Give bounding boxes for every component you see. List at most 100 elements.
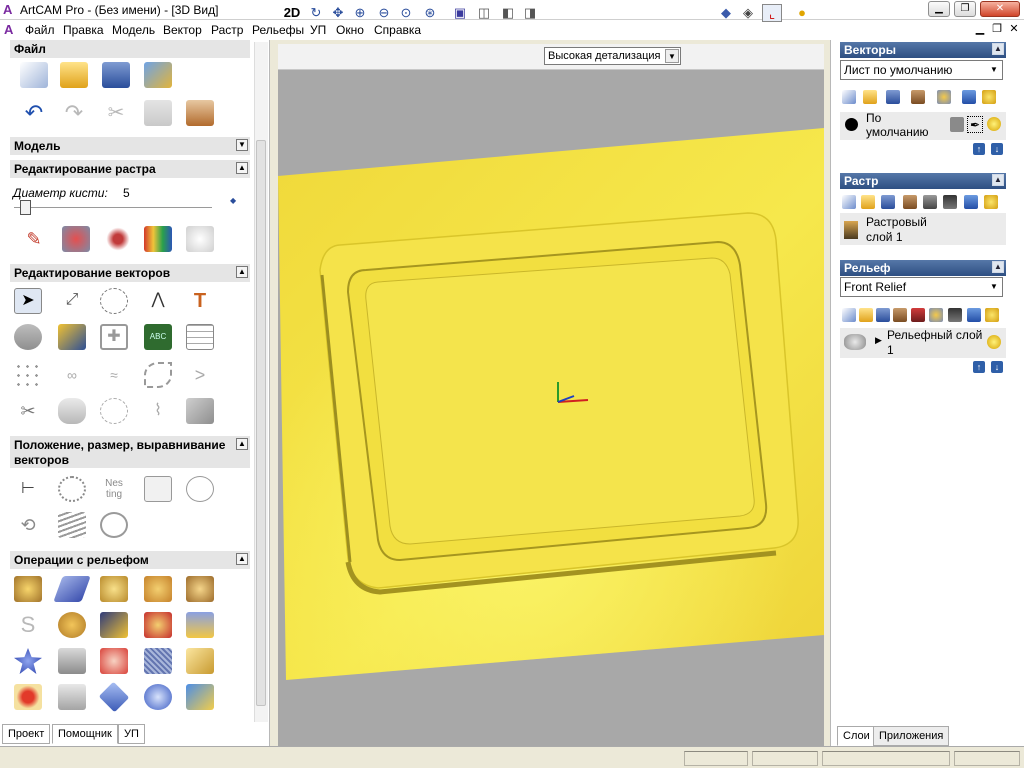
mdi-close-icon[interactable]: ✕ [1006, 22, 1022, 37]
polyline-icon[interactable]: ⋀ [144, 288, 172, 314]
text-tool-icon[interactable]: T [186, 288, 214, 314]
fill-icon[interactable] [62, 226, 90, 252]
delete-relief-icon[interactable] [967, 308, 981, 322]
settings-icon[interactable] [144, 62, 172, 88]
delete-raster-icon[interactable] [964, 195, 978, 209]
shape-editor-icon[interactable] [14, 576, 42, 602]
circular-array-icon[interactable] [58, 476, 86, 502]
section-file-header[interactable]: Файл [10, 40, 250, 58]
wireframe-icon[interactable]: ◈ [738, 4, 758, 22]
mdi-restore-icon[interactable]: ❐ [989, 22, 1005, 37]
relief-layer-row[interactable]: ▶ Рельефный слой 1 [840, 328, 1006, 358]
visibility-bulb-icon[interactable] [987, 117, 1001, 131]
merge-relief-icon[interactable] [893, 308, 907, 322]
block-copy-icon[interactable] [144, 476, 172, 502]
copy-icon[interactable] [144, 100, 172, 126]
section-position-header[interactable]: Положение, размер, выравнивание векторов… [10, 436, 250, 468]
arc-icon[interactable] [144, 362, 172, 388]
grid-icon[interactable] [186, 324, 214, 350]
redo-icon[interactable]: ↷ [60, 100, 88, 126]
clip-icon[interactable] [100, 612, 128, 638]
vector-layer-row[interactable]: По умолчанию ✒ [840, 111, 1006, 140]
node-edit-icon[interactable]: ⤢ [58, 288, 86, 314]
relief-image-icon[interactable] [948, 308, 962, 322]
relief-light-icon[interactable] [929, 308, 943, 322]
save-raster-icon[interactable] [881, 195, 895, 209]
layer-color-icon[interactable] [845, 118, 858, 131]
weld-icon[interactable]: ✚ [100, 324, 128, 350]
collapse-icon[interactable]: ▲ [992, 43, 1004, 55]
raster-mask-icon[interactable] [923, 195, 937, 209]
bulb-icon[interactable] [982, 90, 996, 104]
open-sheet-icon[interactable] [863, 90, 877, 104]
spiral-icon[interactable] [100, 512, 128, 538]
rotate-view-icon[interactable]: ↻ [306, 4, 326, 22]
split-icon[interactable]: ⌇ [144, 398, 172, 424]
extrude-icon[interactable] [100, 576, 128, 602]
side-view-icon[interactable]: ◧ [498, 4, 518, 22]
eyedropper-icon[interactable] [104, 226, 132, 252]
cloud-icon[interactable] [186, 226, 214, 252]
brush-slider-thumb[interactable] [20, 200, 31, 215]
merge-raster-icon[interactable] [903, 195, 917, 209]
tab-layers[interactable]: Слои [837, 726, 876, 746]
tab-assistant[interactable]: Помощник [52, 724, 118, 744]
fillet-icon[interactable] [14, 324, 42, 350]
raster-header[interactable]: Растр ▲ [840, 173, 1006, 189]
mirror-icon[interactable] [100, 398, 128, 424]
section-collapse-icon[interactable]: ▲ [236, 438, 248, 450]
tab-applications[interactable]: Приложения [873, 726, 950, 746]
close-button[interactable]: ✕ [980, 1, 1020, 17]
new-file-icon[interactable] [20, 62, 48, 88]
paste-icon[interactable] [186, 100, 214, 126]
chevron-down-icon[interactable]: ▼ [987, 63, 1001, 77]
new-raster-icon[interactable] [842, 195, 856, 209]
undo-icon[interactable]: ↶ [20, 100, 48, 126]
relief-red-icon[interactable] [911, 308, 925, 322]
light-bulb-icon[interactable]: ● [792, 4, 812, 22]
menu-help[interactable]: Справка [374, 23, 421, 37]
abc-text-icon[interactable]: ABC [144, 324, 172, 350]
section-raster-edit-header[interactable]: Редактирование растра ▲ [10, 160, 250, 178]
vector-sheet-select[interactable]: Лист по умолчанию ▼ [840, 60, 1003, 80]
texture-icon[interactable] [144, 648, 172, 674]
mdi-minimize-icon[interactable]: ▁ [972, 22, 988, 37]
section-relief-ops-header[interactable]: Операции с рельефом ▲ [10, 551, 250, 569]
tab-project[interactable]: Проект [2, 724, 51, 744]
zoom-all-icon[interactable]: ⊛ [420, 4, 440, 22]
column-icon[interactable] [58, 684, 86, 710]
smooth-relief-icon[interactable] [100, 648, 128, 674]
smooth-curve-icon[interactable]: ≈ [100, 362, 128, 388]
pen-icon[interactable]: ✒ [967, 116, 983, 133]
relief-header[interactable]: Рельеф ▲ [840, 260, 1006, 276]
collapse-icon[interactable]: ▲ [992, 174, 1004, 186]
section-model-header[interactable]: Модель ▼ [10, 137, 250, 155]
merge-sheet-icon[interactable] [911, 90, 925, 104]
align-left-icon[interactable]: ⊢ [14, 476, 42, 502]
section-collapse-icon[interactable]: ▲ [236, 553, 248, 565]
chain-icon[interactable]: ∞ [58, 362, 86, 388]
menu-toolpaths[interactable]: УП [310, 23, 326, 37]
collapse-icon[interactable]: ▲ [992, 261, 1004, 273]
menu-edit[interactable]: Правка [63, 23, 104, 37]
select-arrow-icon[interactable]: ➤ [14, 288, 42, 314]
wrap-icon[interactable]: ⟲ [14, 512, 42, 538]
brush-color-icon[interactable]: ◆ [230, 196, 236, 205]
bake-icon[interactable] [14, 684, 42, 710]
arch-icon[interactable] [186, 612, 214, 638]
top-view-icon[interactable]: ◨ [520, 4, 540, 22]
rotate-icon[interactable] [186, 476, 214, 502]
relief-select[interactable]: Front Relief ▼ [840, 277, 1003, 297]
bulb-icon[interactable] [984, 195, 998, 209]
menu-file[interactable]: Файл [25, 23, 55, 37]
bitmap-relief-icon[interactable] [186, 684, 214, 710]
save-icon[interactable] [102, 62, 130, 88]
turn-icon[interactable] [186, 576, 214, 602]
menu-window[interactable]: Окно [336, 23, 364, 37]
save-relief-icon[interactable] [876, 308, 890, 322]
section-vector-edit-header[interactable]: Редактирование векторов ▲ [10, 264, 250, 282]
sphere-relief-icon[interactable] [144, 684, 172, 710]
menu-model[interactable]: Модель [112, 23, 155, 37]
star-shape-icon[interactable] [186, 398, 214, 424]
chevron-down-icon[interactable]: ▼ [987, 280, 1001, 294]
